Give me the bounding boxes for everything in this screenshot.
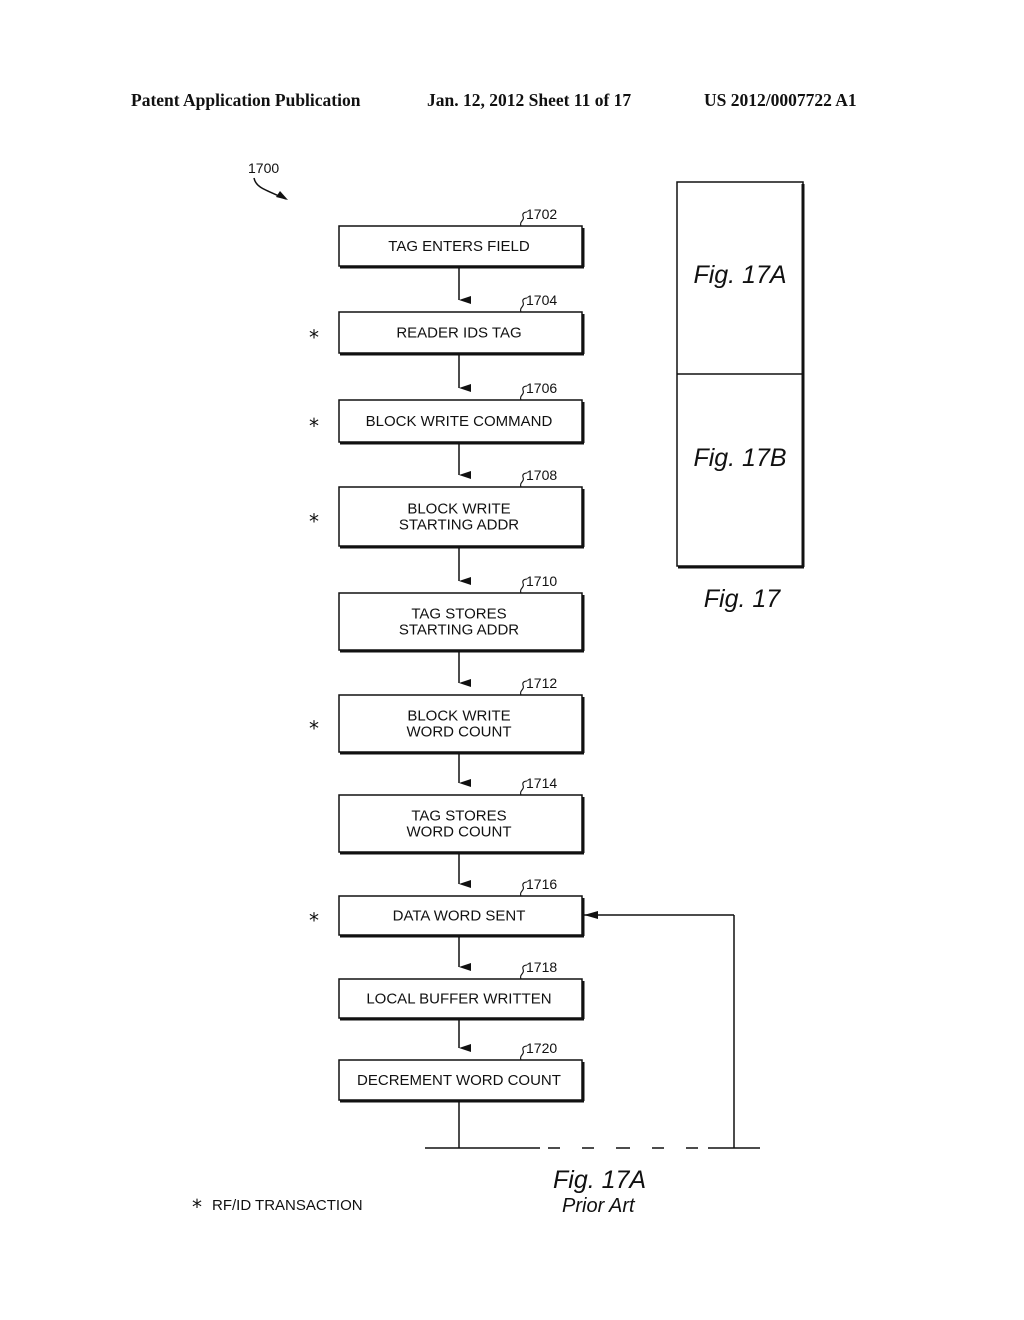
step-label: WORD COUNT	[407, 824, 512, 841]
overview-label: Fig. 17	[704, 585, 782, 613]
overview-part-17b: Fig. 17B	[693, 444, 786, 472]
step-label: LOCAL BUFFER WRITTEN	[366, 991, 551, 1008]
rfid-star-icon: *	[309, 326, 319, 350]
step-ref-number: 1708	[526, 467, 557, 483]
legend-text: RF/ID TRANSACTION	[212, 1197, 363, 1214]
flow-step-1706: BLOCK WRITE COMMAND 1706 *	[309, 380, 585, 479]
step-ref-number: 1714	[526, 775, 557, 791]
flow-step-1720: DECREMENT WORD COUNT 1720	[338, 1040, 585, 1103]
flow-step-1714: TAG STORESWORD COUNT 1714	[338, 775, 585, 888]
rfid-star-icon: *	[309, 909, 319, 933]
step-ref-number: 1712	[526, 675, 557, 691]
step-label: BLOCK WRITE COMMAND	[366, 413, 553, 430]
step-ref-number: 1710	[526, 573, 557, 589]
figure-label: Fig. 17A	[553, 1166, 646, 1194]
ref-arrowhead-icon	[276, 191, 288, 200]
step-label: DECREMENT WORD COUNT	[357, 1072, 561, 1089]
rfid-star-icon: *	[309, 717, 319, 741]
step-label: STARTING ADDR	[399, 622, 519, 639]
step-label: BLOCK WRITE	[407, 708, 510, 725]
step-label: TAG STORES	[411, 808, 506, 825]
step-label: TAG ENTERS FIELD	[388, 238, 530, 255]
step-ref-number: 1718	[526, 959, 557, 975]
flowchart-figure: 1700 TAG ENTERS FIELD 1702 READER IDS TAG 1…	[192, 160, 805, 1219]
rfid-star-icon: *	[309, 510, 319, 534]
flow-step-1712: BLOCK WRITEWORD COUNT 1712 *	[309, 675, 585, 787]
legend-star-icon: *	[192, 1195, 202, 1219]
flow-step-1708: BLOCK WRITESTARTING ADDR 1708 *	[309, 467, 585, 585]
step-ref-number: 1706	[526, 380, 557, 396]
step-label: TAG STORES	[411, 606, 506, 623]
step-label: STARTING ADDR	[399, 517, 519, 534]
figure-sublabel: Prior Art	[562, 1195, 636, 1217]
overview-part-17a: Fig. 17A	[693, 261, 786, 289]
rfid-star-icon: *	[309, 414, 319, 438]
loop-arrowhead-icon	[584, 911, 598, 919]
flow-step-1710: TAG STORESSTARTING ADDR 1710	[338, 573, 585, 687]
flow-step-1704: READER IDS TAG 1704 *	[309, 292, 585, 392]
figure-ref-1700: 1700	[248, 160, 279, 176]
step-ref-number: 1702	[526, 206, 557, 222]
step-ref-number: 1716	[526, 876, 557, 892]
step-label: DATA WORD SENT	[393, 908, 526, 925]
step-label: WORD COUNT	[407, 724, 512, 741]
flow-step-1716: DATA WORD SENT1716 *	[309, 876, 585, 971]
step-ref-number: 1704	[526, 292, 557, 308]
step-label: BLOCK WRITE	[407, 501, 510, 518]
step-label: READER IDS TAG	[396, 325, 521, 342]
step-ref-number: 1720	[526, 1040, 557, 1056]
flow-step-1702: TAG ENTERS FIELD 1702	[338, 206, 585, 304]
flow-step-1718: LOCAL BUFFER WRITTEN 1718	[338, 959, 585, 1052]
